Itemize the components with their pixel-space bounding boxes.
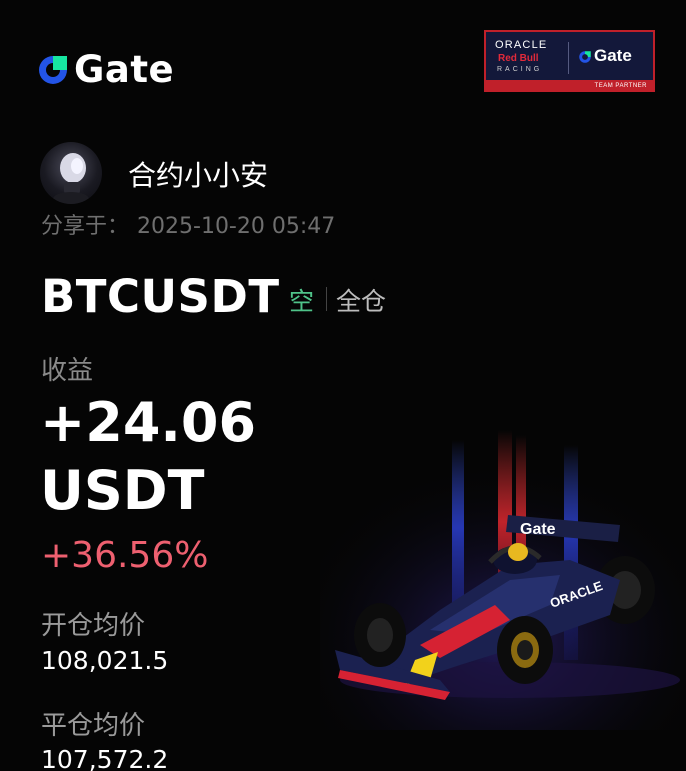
- pnl-percent: +36.56%: [41, 535, 209, 576]
- logo-text: Gate: [74, 48, 175, 91]
- margin-mode-badge: 全仓: [336, 287, 387, 316]
- open-price-value: 108,021.5: [41, 646, 169, 675]
- pnl-unit: USDT: [40, 459, 205, 522]
- svg-text:Gate: Gate: [520, 521, 556, 538]
- racing-wordmark: RACING: [497, 66, 543, 73]
- pnl-value: +24.06: [40, 391, 257, 454]
- gate-small-icon: [579, 51, 591, 63]
- gate-partner-wordmark: Gate: [594, 46, 632, 65]
- gate-logo-icon: [39, 55, 67, 84]
- share-label: 分享于：: [41, 214, 130, 239]
- team-partner-badge: ORACLE Red Bull RACING Gate TEAM PARTNER: [484, 30, 655, 92]
- open-price-label: 开仓均价: [41, 611, 146, 641]
- astronaut-avatar-icon: [53, 153, 89, 204]
- tag-divider: [326, 287, 327, 311]
- close-price-value: 107,572.2: [41, 745, 169, 771]
- f1-car-illustration: Gate ORACLE: [320, 430, 686, 730]
- username: 合约小小安: [128, 159, 269, 192]
- gate-logo: Gate: [36, 48, 174, 91]
- race-car-icon: Gate ORACLE: [320, 430, 686, 730]
- position-side-badge: 空: [289, 287, 315, 316]
- trading-pair: BTCUSDT: [41, 270, 280, 323]
- close-price-label: 平仓均价: [41, 711, 146, 741]
- team-partner-label: TEAM PARTNER: [594, 83, 647, 89]
- avatar: [40, 142, 102, 204]
- partner-divider: [568, 42, 569, 74]
- share-time: 2025-10-20 05:47: [137, 214, 336, 239]
- oracle-wordmark: ORACLE: [495, 39, 548, 51]
- red-bull-wordmark: Red Bull: [498, 53, 539, 64]
- share-time-row: 分享于： 2025-10-20 05:47: [41, 208, 343, 240]
- pnl-label: 收益: [41, 356, 94, 386]
